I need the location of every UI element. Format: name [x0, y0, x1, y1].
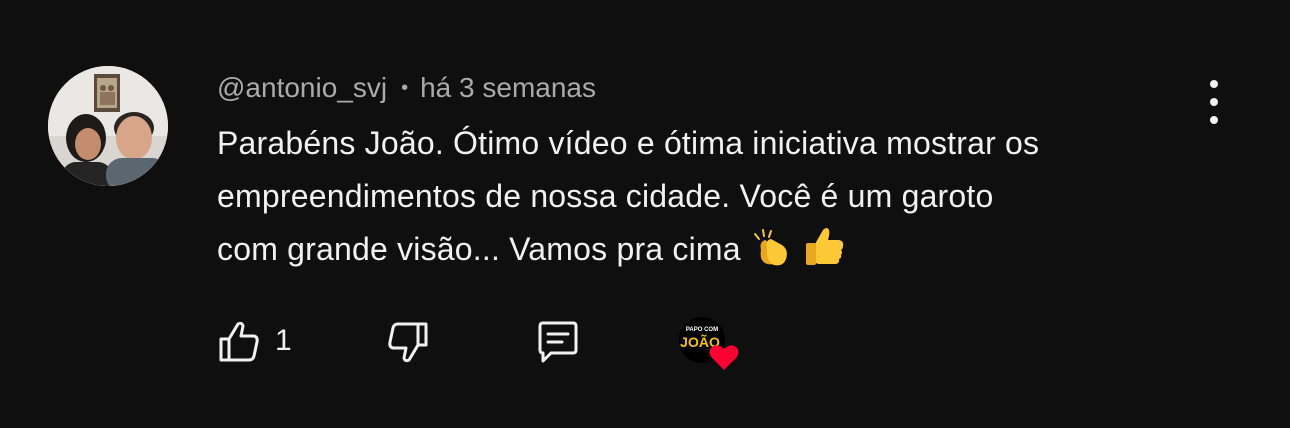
dislike-button[interactable] — [386, 320, 430, 364]
like-count: 1 — [275, 324, 292, 357]
meta-separator: • — [401, 77, 409, 99]
avatar[interactable] — [48, 66, 168, 186]
like-button[interactable] — [217, 320, 261, 364]
thumbs-up-emoji — [801, 224, 847, 284]
reply-button[interactable] — [535, 320, 581, 364]
more-vertical-icon-dot — [1210, 116, 1218, 124]
heart-icon — [709, 345, 739, 370]
creator-logo-icon: PAPO COM JOÃO — [679, 317, 739, 370]
more-menu-button[interactable] — [1194, 80, 1234, 124]
comment-line: com grande visão... Vamos pra cima — [217, 231, 741, 267]
thumbs-down-outline-icon — [388, 322, 428, 363]
avatar-photo — [48, 66, 168, 186]
more-vertical-icon-dot — [1210, 80, 1218, 88]
creator-heart-badge: PAPO COM JOÃO — [678, 316, 742, 372]
author-handle[interactable]: @antonio_svj — [217, 72, 387, 104]
comment-line: Parabéns João. Ótimo vídeo e ótima inici… — [217, 125, 1040, 161]
comment-timestamp[interactable]: há 3 semanas — [420, 72, 596, 104]
comment-thread: @antonio_svj • há 3 semanas Parabéns Joã… — [0, 0, 1290, 428]
comment-line: empreendimentos de nossa cidade. Você é … — [217, 178, 994, 214]
comment-meta: @antonio_svj • há 3 semanas — [217, 70, 596, 106]
clapping-hands-emoji — [749, 228, 793, 284]
reply-comment-icon — [538, 321, 578, 363]
comment-text: Parabéns João. Ótimo vídeo e ótima inici… — [217, 117, 1217, 284]
more-vertical-icon-dot — [1210, 98, 1218, 106]
thumbs-up-outline-icon — [219, 321, 259, 362]
creator-logo-top-text: PAPO COM — [686, 327, 718, 333]
comment-line-last: com grande visão... Vamos pra cima — [217, 223, 1217, 284]
